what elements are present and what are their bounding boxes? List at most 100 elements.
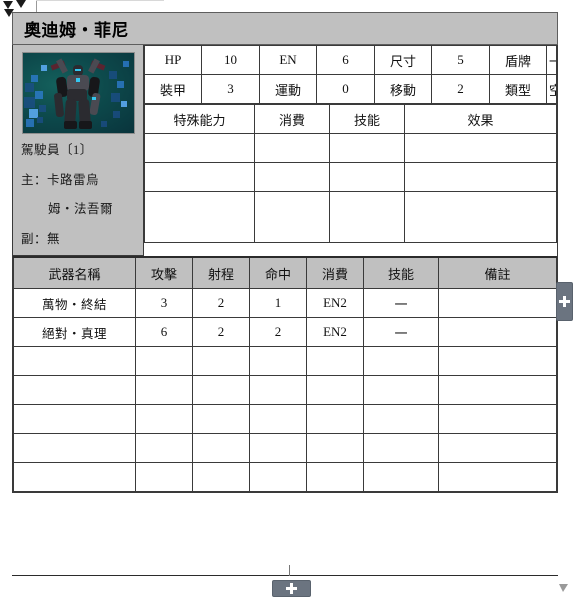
corner-arrow-icon [559, 584, 575, 598]
pilot-main-name-cont: 姆・法吾爾 [48, 202, 114, 216]
weapon-cell-hit[interactable] [249, 433, 307, 463]
weapon-cell-atk[interactable]: 3 [135, 288, 193, 318]
weapon-cell-atk[interactable] [135, 375, 193, 405]
plus-icon [286, 583, 297, 594]
weapon-cell-atk[interactable]: 6 [135, 317, 193, 347]
pilot-info: 駕駛員〔1〕 主：卡路雷烏 姆・法吾爾 副：無 [13, 134, 143, 245]
stat-value-move[interactable]: 2 [431, 74, 490, 104]
weapon-cell-range[interactable] [192, 404, 250, 434]
weapon-cell-atk[interactable] [135, 433, 193, 463]
weapon-cell-skill[interactable] [363, 375, 439, 405]
weapon-cell-cost[interactable] [306, 433, 364, 463]
weapon-cell-name[interactable] [13, 375, 136, 405]
weapon-cell-skill[interactable] [363, 346, 439, 376]
stat-label-mobility: 運動 [259, 74, 317, 104]
weapon-cell-hit[interactable] [249, 346, 307, 376]
weapon-cell-name[interactable]: 絕對・真理 [13, 317, 136, 347]
ability-cell-cost[interactable] [254, 133, 330, 163]
ability-header-effect: 效果 [404, 104, 557, 134]
card-title-bar[interactable]: 奧迪姆・菲尼 [12, 12, 558, 45]
ability-cell-cost[interactable] [254, 191, 330, 243]
weapon-cell-range[interactable] [192, 433, 250, 463]
weapon-cell-cost[interactable] [306, 404, 364, 434]
weapon-cell-atk[interactable] [135, 462, 193, 492]
weapon-cell-note[interactable] [438, 404, 557, 434]
stat-label-hp: HP [144, 45, 202, 75]
upper-section: 駕駛員〔1〕 主：卡路雷烏 姆・法吾爾 副：無 HP 10 EN 6 尺寸 5 … [12, 45, 558, 256]
ability-cell-cost[interactable] [254, 162, 330, 192]
weapon-cell-hit[interactable]: 2 [249, 317, 307, 347]
weapon-cell-note[interactable] [438, 346, 557, 376]
add-column-handle[interactable] [556, 282, 573, 321]
weapon-cell-cost[interactable]: EN2 [306, 288, 364, 318]
weapon-section: 武器名稱 攻擊 射程 命中 消費 技能 備註 萬物・終結 3 2 1 EN2 一… [12, 256, 558, 493]
ability-cell-name[interactable] [144, 133, 255, 163]
pilot-header: 駕駛員〔1〕 [21, 143, 93, 157]
weapon-cell-atk[interactable] [135, 346, 193, 376]
weapon-cell-note[interactable] [438, 288, 557, 318]
stat-value-hp[interactable]: 10 [201, 45, 260, 75]
ability-cell-effect[interactable] [404, 133, 557, 163]
ability-cell-name[interactable] [144, 191, 255, 243]
weapon-cell-note[interactable] [438, 462, 557, 492]
weapon-cell-name[interactable] [13, 404, 136, 434]
ruler-tick [36, 0, 37, 12]
ability-table: 特殊能力 消費 技能 效果 [144, 104, 557, 243]
stats-abilities-panel: HP 10 EN 6 尺寸 5 盾牌 一 裝甲 3 運動 0 移動 2 類型 [144, 45, 557, 256]
weapon-cell-hit[interactable] [249, 375, 307, 405]
weapon-cell-cost[interactable] [306, 462, 364, 492]
weapon-cell-note[interactable] [438, 375, 557, 405]
weapon-cell-range[interactable] [192, 346, 250, 376]
stat-value-size[interactable]: 5 [431, 45, 490, 75]
weapon-cell-skill[interactable] [363, 433, 439, 463]
weapon-header-skill: 技能 [363, 256, 439, 289]
weapon-header-note: 備註 [438, 256, 557, 289]
ability-cell-effect[interactable] [404, 191, 557, 243]
ability-row [144, 133, 557, 163]
weapon-cell-hit[interactable] [249, 462, 307, 492]
page-bottom-rule [12, 575, 558, 576]
stat-value-en[interactable]: 6 [316, 45, 375, 75]
page-title: 奧迪姆・菲尼 [24, 21, 129, 41]
weapon-cell-atk[interactable] [135, 404, 193, 434]
weapon-cell-hit[interactable] [249, 404, 307, 434]
weapon-cell-cost[interactable]: EN2 [306, 317, 364, 347]
mech-portrait-image[interactable] [21, 52, 135, 134]
weapon-cell-range[interactable]: 2 [192, 317, 250, 347]
weapon-cell-name[interactable] [13, 433, 136, 463]
weapon-cell-range[interactable] [192, 462, 250, 492]
page-bottom-tick [289, 565, 290, 576]
weapon-cell-range[interactable]: 2 [192, 288, 250, 318]
stat-value-armor[interactable]: 3 [201, 74, 260, 104]
stat-table: HP 10 EN 6 尺寸 5 盾牌 一 裝甲 3 運動 0 移動 2 類型 [144, 45, 557, 104]
stat-value-type[interactable]: 空陸 [546, 74, 557, 104]
table-row [13, 433, 557, 463]
ability-cell-skill[interactable] [329, 162, 405, 192]
unit-card: 奧迪姆・菲尼 駕駛員〔1〕 主：卡路雷烏 姆・法吾爾 副：無 HP 10 EN … [12, 12, 558, 493]
stat-label-size: 尺寸 [374, 45, 432, 75]
weapon-cell-name[interactable] [13, 346, 136, 376]
add-row-handle[interactable] [272, 580, 311, 597]
weapon-cell-skill[interactable]: 一 [363, 317, 439, 347]
weapon-cell-name[interactable]: 萬物・終結 [13, 288, 136, 318]
weapon-cell-cost[interactable] [306, 346, 364, 376]
weapon-cell-hit[interactable]: 1 [249, 288, 307, 318]
stat-label-type: 類型 [489, 74, 547, 104]
ability-cell-effect[interactable] [404, 162, 557, 192]
ability-cell-skill[interactable] [329, 133, 405, 163]
mech-silhouette [49, 57, 107, 133]
stat-value-shield[interactable]: 一 [546, 45, 557, 75]
weapon-cell-name[interactable] [13, 462, 136, 492]
ability-cell-name[interactable] [144, 162, 255, 192]
stat-value-mobility[interactable]: 0 [316, 74, 375, 104]
weapon-cell-skill[interactable] [363, 462, 439, 492]
weapon-cell-note[interactable] [438, 317, 557, 347]
weapon-cell-range[interactable] [192, 375, 250, 405]
weapon-cell-note[interactable] [438, 433, 557, 463]
weapon-cell-skill[interactable] [363, 404, 439, 434]
plus-icon [559, 296, 570, 307]
ability-cell-skill[interactable] [329, 191, 405, 243]
stat-label-armor: 裝甲 [144, 74, 202, 104]
weapon-cell-cost[interactable] [306, 375, 364, 405]
weapon-cell-skill[interactable]: 一 [363, 288, 439, 318]
